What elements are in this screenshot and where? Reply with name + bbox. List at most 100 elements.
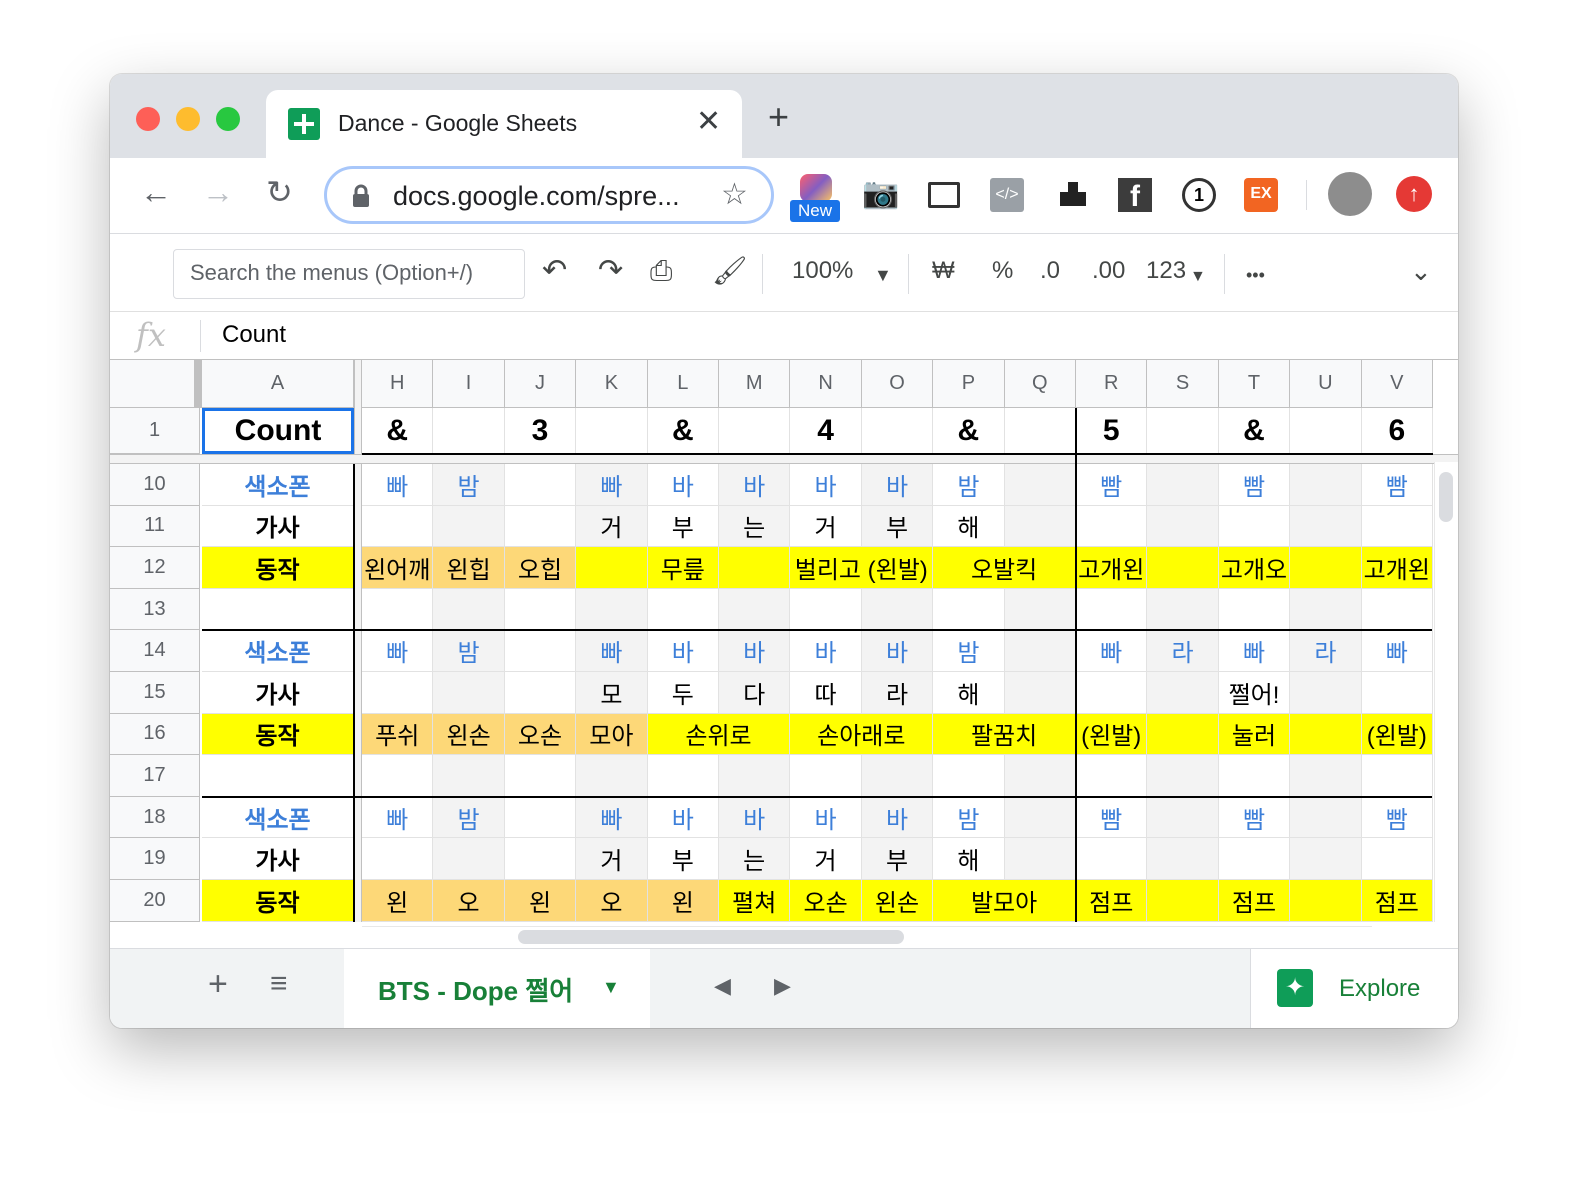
grid-cell[interactable]: 는 — [719, 838, 791, 880]
print-icon[interactable]: ⎙ — [650, 256, 672, 286]
grid-cell[interactable] — [1290, 838, 1362, 880]
grid-cell[interactable] — [1290, 672, 1362, 714]
capture-window-icon[interactable] — [928, 182, 960, 208]
grid-cell[interactable] — [1076, 755, 1148, 797]
grid-cell[interactable] — [1218, 505, 1291, 548]
grid-cell[interactable]: 해 — [933, 672, 1005, 714]
grid-cell[interactable] — [1361, 838, 1433, 880]
grid-cell[interactable]: 거 — [790, 838, 862, 880]
increase-decimal-button[interactable]: .00 — [1092, 256, 1125, 286]
grid-cell[interactable]: 점프 — [1076, 880, 1148, 922]
column-header-v[interactable]: V — [1361, 360, 1433, 408]
grid-cell[interactable]: 두 — [647, 672, 719, 714]
horizontal-scrollbar[interactable] — [362, 926, 1372, 946]
grid-cell[interactable]: 부 — [861, 838, 934, 880]
grid-cell[interactable] — [1290, 464, 1362, 506]
row-label-cell[interactable] — [202, 755, 354, 797]
grid-cell[interactable] — [433, 588, 505, 631]
grid-cell[interactable]: 6 — [1361, 408, 1433, 454]
row-header-10[interactable]: 10 — [110, 464, 200, 506]
row-label-cell[interactable]: 가사 — [202, 672, 354, 714]
column-header-i[interactable]: I — [433, 360, 505, 408]
more-formats-button[interactable]: 123 — [1146, 256, 1186, 286]
row-header-13[interactable]: 13 — [110, 588, 200, 631]
grid-cell[interactable] — [1290, 588, 1362, 631]
screenshot-camera-icon[interactable]: 📷 — [862, 176, 899, 212]
row-label-cell[interactable]: 동작 — [202, 547, 354, 589]
row-label-cell[interactable]: 가사 — [202, 505, 354, 548]
grid-cell[interactable]: 부 — [647, 838, 719, 880]
vertical-scrollbar-thumb[interactable] — [1439, 472, 1453, 522]
grid-cell[interactable] — [1290, 796, 1362, 839]
grid-cell[interactable] — [504, 464, 577, 506]
grid-cell[interactable] — [1147, 880, 1219, 922]
minimize-window-button[interactable] — [176, 107, 200, 131]
grid-cell[interactable] — [719, 755, 791, 797]
forward-icon[interactable]: → — [202, 174, 234, 210]
update-arrow-icon[interactable]: ↑ — [1396, 176, 1432, 212]
grid-cell[interactable] — [1218, 755, 1291, 797]
grid-cell[interactable] — [576, 755, 648, 797]
grid-cell[interactable]: 모아 — [576, 713, 648, 756]
grid-cell[interactable] — [504, 630, 577, 672]
grid-cell[interactable]: 빰 — [1218, 796, 1291, 839]
grid-cell[interactable]: & — [362, 408, 434, 454]
grid-cell[interactable]: 왼 — [647, 880, 719, 922]
formats-chevron-down-icon[interactable]: ▼ — [1190, 262, 1206, 292]
grid-cell[interactable]: 오손 — [504, 713, 577, 756]
grid-cell[interactable] — [576, 588, 648, 631]
undo-icon[interactable]: ↶ — [542, 256, 567, 286]
close-window-button[interactable] — [136, 107, 160, 131]
grid-cell[interactable]: 모 — [576, 672, 648, 714]
grid-cell[interactable]: 오손 — [790, 880, 862, 922]
grid-cell[interactable]: 손위로 — [647, 713, 791, 756]
grid-cell[interactable] — [433, 505, 505, 548]
grid-cell[interactable]: 거 — [576, 505, 648, 548]
grid-cell[interactable]: 오발킥 — [933, 547, 1076, 589]
grid-cell[interactable] — [433, 672, 505, 714]
menu-search-input[interactable]: Search the menus (Option+/) — [173, 249, 525, 299]
grid-cell[interactable] — [1290, 880, 1362, 922]
grid-cell[interactable]: 왼손 — [433, 713, 505, 756]
grid-cell[interactable] — [433, 408, 505, 454]
column-header-n[interactable]: N — [790, 360, 862, 408]
scroll-tabs-left-icon[interactable]: ◀ — [714, 973, 731, 999]
currency-format-button[interactable]: ₩ — [932, 256, 955, 286]
grid-cell[interactable]: 왼손 — [861, 880, 934, 922]
grid-cell[interactable]: 왼 — [504, 880, 577, 922]
grid-cell[interactable]: 고개왼 — [1361, 547, 1433, 589]
grid-cell[interactable] — [1290, 408, 1362, 454]
paint-format-icon[interactable]: 🖌 — [712, 256, 748, 286]
grid-cell[interactable]: 밤 — [933, 464, 1005, 506]
grid-cell[interactable] — [1147, 796, 1219, 839]
grid-cell[interactable] — [576, 408, 648, 454]
vertical-scrollbar[interactable] — [1434, 462, 1458, 922]
grid-cell[interactable]: 바 — [861, 464, 934, 506]
grid-cell[interactable] — [1218, 838, 1291, 880]
grid-cell[interactable]: 바 — [719, 464, 791, 506]
column-header-k[interactable]: K — [576, 360, 648, 408]
row-label-cell[interactable]: 색소폰 — [202, 630, 354, 672]
grid-cell[interactable]: & — [1218, 408, 1291, 454]
grid-cell[interactable] — [1361, 505, 1433, 548]
grid-cell[interactable] — [504, 796, 577, 839]
row-label-cell[interactable]: 색소폰 — [202, 464, 354, 506]
grid-cell[interactable]: 다 — [719, 672, 791, 714]
grid-cell[interactable]: 벌리고 (왼발) — [790, 547, 934, 589]
grid-cell[interactable] — [1004, 630, 1076, 672]
password-manager-icon[interactable]: 1 — [1182, 178, 1216, 212]
grid-cell[interactable]: 부 — [647, 505, 719, 548]
grid-cell[interactable] — [1361, 672, 1433, 714]
grid-cell[interactable]: 4 — [790, 408, 862, 454]
grid-cell[interactable] — [1361, 755, 1433, 797]
grid-cell[interactable] — [362, 838, 434, 880]
grid-cell[interactable] — [1147, 588, 1219, 631]
grid-cell[interactable]: 오 — [576, 880, 648, 922]
grid-cell[interactable] — [504, 838, 577, 880]
grid-cell[interactable] — [1290, 505, 1362, 548]
scrollbar-thumb[interactable] — [518, 930, 904, 944]
grid-cell[interactable] — [1290, 755, 1362, 797]
sheet-tab[interactable]: BTS - Dope 쩔어 ▼ — [344, 949, 650, 1028]
grid-cell[interactable]: 따 — [790, 672, 862, 714]
grid-cell[interactable]: 왼힙 — [433, 547, 505, 589]
